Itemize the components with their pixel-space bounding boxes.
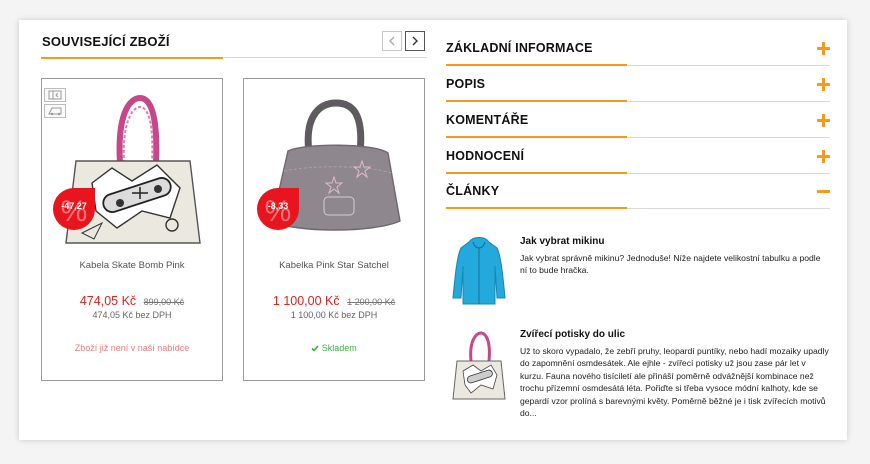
product-detail-panel: SOUVISEJÍCÍ ZBOŽÍ % -47,27 Kabela Skate … bbox=[19, 20, 847, 440]
article-title[interactable]: Jak vybrat mikinu bbox=[520, 236, 604, 247]
accordion-articles[interactable]: ČLÁNKY bbox=[446, 173, 830, 209]
plus-icon[interactable] bbox=[817, 42, 830, 55]
product-price: 474,05 Kč bbox=[79, 294, 137, 308]
title-underline-accent bbox=[41, 57, 223, 59]
accordion-label: HODNOCENÍ bbox=[446, 149, 525, 163]
accordion-label: ČLÁNKY bbox=[446, 184, 500, 198]
product-old-price: 899,00 Kč bbox=[143, 297, 185, 307]
related-goods-title: SOUVISEJÍCÍ ZBOŽÍ bbox=[42, 34, 170, 49]
accordion-rating[interactable]: HODNOCENÍ bbox=[446, 138, 830, 174]
title-underline bbox=[223, 57, 427, 58]
product-name[interactable]: Kabela Skate Bomb Pink bbox=[42, 260, 222, 271]
discount-badge: -8,33 bbox=[256, 187, 300, 231]
product-price: 1 100,00 Kč bbox=[272, 294, 340, 308]
check-icon bbox=[311, 345, 319, 352]
article-excerpt: Jak vybrat správně mikinu? Jednoduše! Ní… bbox=[520, 253, 821, 276]
discount-value: -47,27 bbox=[61, 201, 87, 211]
discount-value: -8,33 bbox=[267, 201, 289, 211]
availability-status: Zboží již není v naší nabídce bbox=[74, 343, 190, 353]
chevron-left-icon bbox=[389, 36, 395, 46]
plus-icon[interactable] bbox=[817, 78, 830, 91]
product-card[interactable]: % -8,33 Kabelka Pink Star Satchel 1 100,… bbox=[243, 78, 425, 381]
article-item[interactable]: Zvířecí potisky do ulic Už to skoro vypa… bbox=[451, 329, 831, 419]
plus-icon[interactable] bbox=[817, 114, 830, 127]
minus-icon[interactable] bbox=[817, 185, 830, 198]
chevron-right-icon bbox=[412, 36, 418, 46]
carousel-prev-button[interactable] bbox=[382, 31, 402, 51]
availability-text: Skladem bbox=[321, 343, 357, 353]
accordion-description[interactable]: POPIS bbox=[446, 66, 830, 102]
divider-accent bbox=[446, 207, 627, 209]
price-without-vat: 1 100,00 Kč bez DPH bbox=[290, 310, 378, 320]
accordion-basic-info[interactable]: ZÁKLADNÍ INFORMACE bbox=[446, 30, 830, 66]
article-image-hoodie[interactable] bbox=[451, 236, 507, 306]
availability-status: Skladem bbox=[244, 343, 424, 353]
carousel-next-button[interactable] bbox=[405, 31, 425, 51]
price-without-vat: 474,05 Kč bez DPH bbox=[92, 310, 172, 320]
article-item[interactable]: Jak vybrat mikinu Jak vybrat správně mik… bbox=[451, 236, 831, 306]
product-old-price: 1 200,00 Kč bbox=[347, 297, 396, 307]
accordion-label: POPIS bbox=[446, 77, 486, 91]
article-image-skate-bag[interactable] bbox=[451, 331, 507, 401]
accordion-label: KOMENTÁŘE bbox=[446, 113, 529, 127]
accordion-label: ZÁKLADNÍ INFORMACE bbox=[446, 41, 593, 55]
product-card[interactable]: % -47,27 Kabela Skate Bomb Pink 474,05 K… bbox=[41, 78, 223, 381]
discount-badge: -47,27 bbox=[52, 187, 96, 231]
article-title[interactable]: Zvířecí potisky do ulic bbox=[520, 329, 625, 340]
price-row: 474,05 Kč 899,00 Kč bbox=[42, 292, 222, 310]
article-excerpt: Už to skoro vypadalo, že zebří pruhy, le… bbox=[520, 346, 829, 419]
price-row: 1 100,00 Kč 1 200,00 Kč bbox=[244, 292, 424, 310]
plus-icon[interactable] bbox=[817, 150, 830, 163]
product-name[interactable]: Kabelka Pink Star Satchel bbox=[244, 260, 424, 271]
accordion-comments[interactable]: KOMENTÁŘE bbox=[446, 102, 830, 138]
